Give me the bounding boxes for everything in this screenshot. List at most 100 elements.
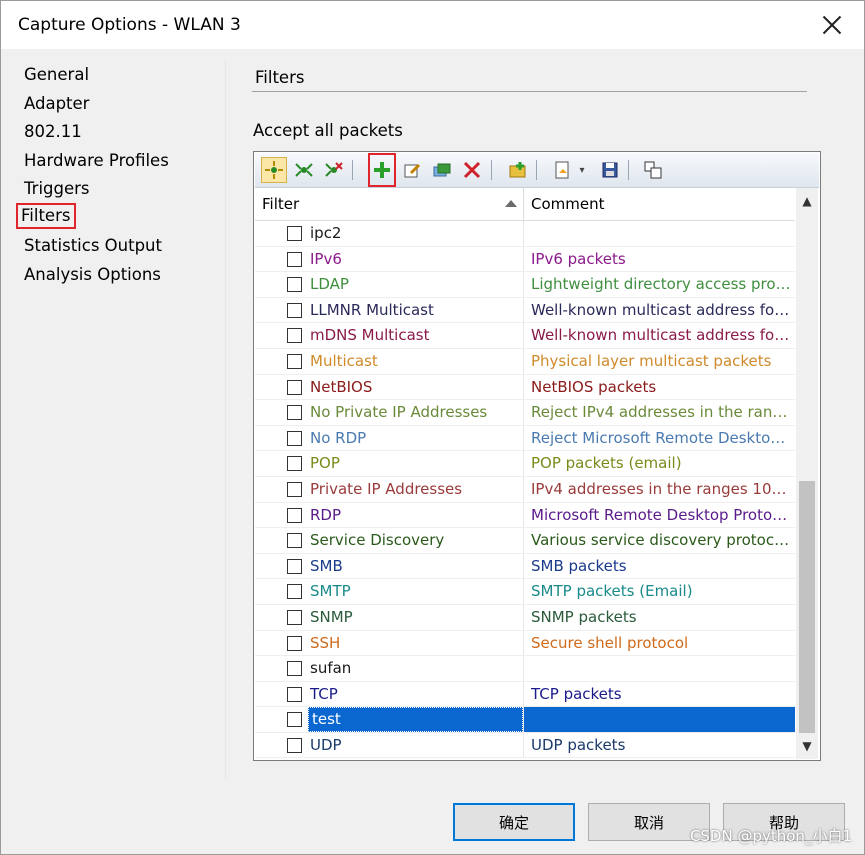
- vertical-scrollbar[interactable]: ▲ ▼: [796, 188, 818, 759]
- table-row[interactable]: sufan: [255, 656, 795, 682]
- close-icon[interactable]: [818, 11, 846, 39]
- nav-item-analysis-options[interactable]: Analysis Options: [24, 265, 161, 284]
- add-filter-icon[interactable]: [368, 153, 396, 187]
- table-row[interactable]: TCP TCP packets: [255, 681, 795, 708]
- filter-checkbox[interactable]: [287, 635, 302, 651]
- column-separator: [523, 297, 524, 323]
- filter-rows: ipc2 IPv6 IPv6 packets LDAP Lightweight dire…: [255, 221, 795, 759]
- table-row[interactable]: LDAP Lightweight directory access protoco…: [255, 272, 795, 298]
- filter-name: SNMP: [310, 607, 353, 626]
- accept-all-icon[interactable]: [261, 157, 287, 183]
- nav-item-statistics-output[interactable]: Statistics Output: [24, 236, 162, 255]
- table-row[interactable]: Private IP Addresses IPv4 addresses in th…: [255, 476, 795, 503]
- column-header-filter[interactable]: Filter: [255, 188, 524, 220]
- filter-name: SMB: [310, 556, 343, 575]
- ok-button[interactable]: 确定: [453, 803, 575, 841]
- column-separator: [523, 528, 524, 553]
- filter-name: No RDP: [310, 428, 367, 447]
- filter-checkbox[interactable]: [287, 353, 302, 369]
- delete-filter-icon[interactable]: [459, 157, 485, 183]
- filter-checkbox[interactable]: [287, 507, 302, 523]
- table-row[interactable]: SNMP SNMP packets: [255, 604, 795, 631]
- toolbar-separator: [352, 160, 353, 180]
- filter-checkbox[interactable]: [287, 379, 302, 395]
- import-filter-icon[interactable]: [505, 157, 531, 183]
- filter-checkbox[interactable]: [287, 558, 302, 574]
- filter-name: SSH: [310, 633, 341, 652]
- filter-checkbox[interactable]: [287, 226, 302, 241]
- filter-checkbox[interactable]: [287, 456, 302, 472]
- filter-comment: Reject IPv4 addresses in the rang...: [531, 403, 791, 422]
- column-separator: [523, 246, 524, 272]
- nav-item-filters[interactable]: Filters: [15, 203, 77, 229]
- filter-checkbox[interactable]: [287, 430, 302, 446]
- filter-name: LDAP: [310, 275, 349, 294]
- open-filter-icon[interactable]: [550, 157, 576, 183]
- column-separator: [523, 374, 524, 400]
- chevron-down-icon[interactable]: ▾: [575, 157, 589, 183]
- filter-checkbox[interactable]: [287, 277, 302, 293]
- reject-matching-icon[interactable]: [321, 157, 347, 183]
- filter-checkbox[interactable]: [287, 712, 302, 728]
- watermark: CSDN @python_小白1: [689, 827, 852, 845]
- table-row[interactable]: UDP UDP packets: [255, 732, 795, 759]
- scrollbar-thumb[interactable]: [799, 481, 815, 733]
- filter-comment: SNMP packets: [531, 607, 637, 626]
- filter-checkbox[interactable]: [287, 584, 302, 600]
- duplicate-filter-icon[interactable]: [429, 157, 455, 183]
- toolbar-separator: [491, 160, 492, 180]
- filter-name: TCP: [310, 684, 338, 703]
- filter-checkbox[interactable]: [287, 251, 302, 267]
- view-icon[interactable]: [640, 157, 666, 183]
- table-row[interactable]: ipc2: [255, 221, 795, 247]
- table-row[interactable]: Multicast Physical layer multicast packet…: [255, 348, 795, 375]
- filter-checkbox[interactable]: [287, 609, 302, 625]
- section-title: Filters: [255, 68, 305, 87]
- table-row[interactable]: No RDP Reject Microsoft Remote Desktop ..…: [255, 425, 795, 452]
- table-row[interactable]: IPv6 IPv6 packets: [255, 246, 795, 273]
- table-row[interactable]: No Private IP Addresses Reject IPv4 addre…: [255, 400, 795, 426]
- filter-comment: IPv4 addresses in the ranges 10.0...: [531, 479, 791, 498]
- filter-name: SMTP: [310, 582, 351, 601]
- nav-item-general[interactable]: General: [24, 65, 89, 84]
- table-row[interactable]: mDNS Multicast Well-known multicast addre…: [255, 323, 795, 349]
- filter-checkbox[interactable]: [287, 661, 302, 677]
- filter-list: ▾ Filter Comment ipc2 IPv6 IPv6 packets LDA…: [253, 151, 821, 761]
- table-row[interactable]: POP POP packets (email): [255, 451, 795, 477]
- column-header-comment[interactable]: Comment: [524, 188, 795, 220]
- column-separator: [523, 348, 524, 374]
- table-row[interactable]: RDP Microsoft Remote Desktop Protocol: [255, 502, 795, 529]
- filter-checkbox[interactable]: [287, 481, 302, 497]
- table-row[interactable]: SMB SMB packets: [255, 553, 795, 580]
- filter-name: ipc2: [310, 224, 342, 242]
- filter-checkbox[interactable]: [287, 533, 302, 549]
- filter-comment: Various service discovery protocols: [531, 531, 791, 550]
- filter-checkbox[interactable]: [287, 302, 302, 318]
- table-row[interactable]: Service Discovery Various service discove…: [255, 528, 795, 554]
- nav-item-adapter[interactable]: Adapter: [24, 94, 89, 113]
- column-separator: [523, 579, 524, 604]
- column-separator: [523, 451, 524, 476]
- column-separator: [523, 630, 524, 656]
- edit-filter-icon[interactable]: [399, 157, 425, 183]
- accept-matching-icon[interactable]: [291, 157, 317, 183]
- scroll-down-icon[interactable]: ▼: [796, 735, 818, 757]
- table-row[interactable]: test: [255, 707, 795, 733]
- filter-checkbox[interactable]: [287, 328, 302, 344]
- filter-checkbox[interactable]: [287, 737, 302, 753]
- scroll-up-icon[interactable]: ▲: [796, 190, 818, 212]
- column-separator: [523, 400, 524, 425]
- table-row[interactable]: SSH Secure shell protocol: [255, 630, 795, 657]
- table-row[interactable]: LLMNR Multicast Well-known multicast addr…: [255, 297, 795, 324]
- filter-checkbox[interactable]: [287, 405, 302, 421]
- column-separator: [523, 323, 524, 348]
- filter-comment: Well-known multicast address for ...: [531, 326, 791, 345]
- table-row[interactable]: NetBIOS NetBIOS packets: [255, 374, 795, 401]
- nav-item-hardware-profiles[interactable]: Hardware Profiles: [24, 151, 169, 170]
- filter-checkbox[interactable]: [287, 686, 302, 702]
- table-row[interactable]: SMTP SMTP packets (Email): [255, 579, 795, 605]
- save-filter-icon[interactable]: [597, 157, 623, 183]
- nav-item-triggers[interactable]: Triggers: [24, 179, 90, 198]
- filter-name: Service Discovery: [310, 531, 445, 550]
- nav-item-80211[interactable]: 802.11: [24, 122, 82, 141]
